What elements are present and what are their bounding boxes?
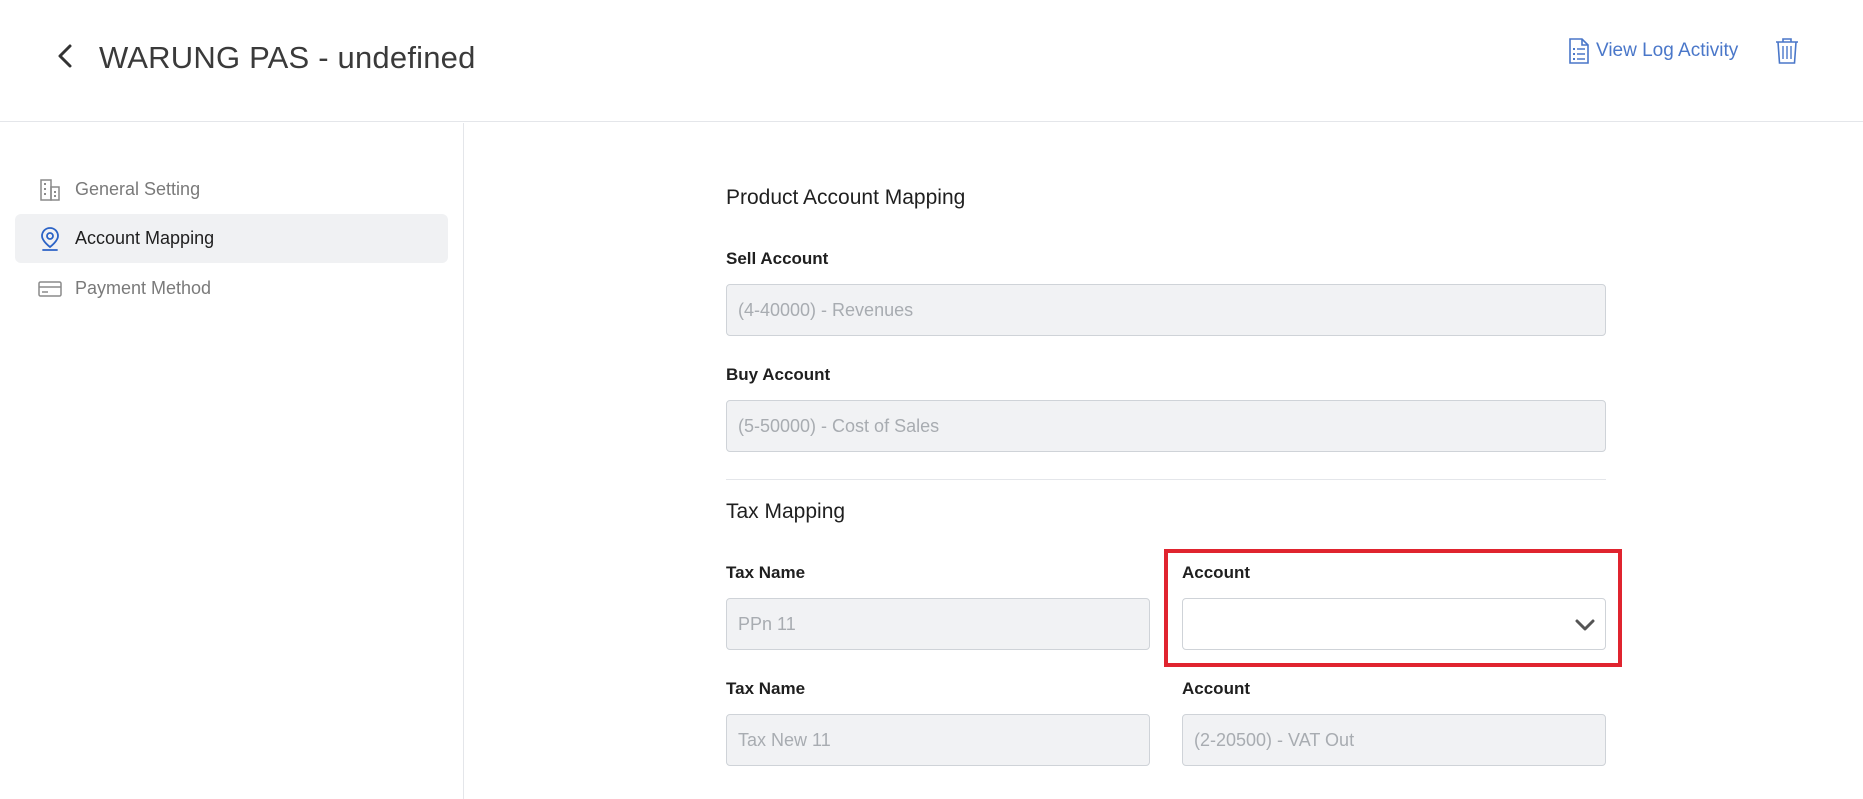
account-field[interactable]: (2-20500) - VAT Out bbox=[1182, 714, 1606, 766]
sidebar-item-label: Account Mapping bbox=[75, 228, 215, 248]
page-header: WARUNG PAS - undefined View Log Activity bbox=[0, 0, 1863, 122]
document-list-icon bbox=[1569, 38, 1589, 64]
map-pin-icon bbox=[37, 226, 63, 252]
sidebar-item-label: Payment Method bbox=[75, 278, 212, 298]
view-log-activity-link[interactable]: View Log Activity bbox=[1568, 36, 1738, 66]
back-button[interactable] bbox=[50, 40, 82, 72]
credit-card-icon bbox=[37, 276, 63, 302]
account-label: Account bbox=[1182, 563, 1250, 582]
settings-sidebar: General Setting Account Mapping Payment … bbox=[0, 123, 464, 799]
view-log-activity-label: View Log Activity bbox=[1596, 40, 1739, 61]
building-icon bbox=[37, 177, 63, 203]
buy-account-label: Buy Account bbox=[726, 365, 831, 384]
sell-account-field[interactable]: (4-40000) - Revenues bbox=[726, 284, 1606, 336]
sidebar-item-account-mapping[interactable]: Account Mapping bbox=[15, 214, 448, 263]
buy-account-field[interactable]: (5-50000) - Cost of Sales bbox=[726, 400, 1606, 452]
tax-name-field[interactable]: PPn 11 bbox=[726, 598, 1150, 650]
product-mapping-title: Product Account Mapping bbox=[726, 186, 966, 209]
tax-name-field[interactable]: Tax New 11 bbox=[726, 714, 1150, 766]
page-title: WARUNG PAS - undefined bbox=[99, 40, 476, 75]
chevron-down-icon bbox=[1573, 613, 1597, 637]
sidebar-item-label: General Setting bbox=[75, 179, 201, 199]
tax-name-label: Tax Name bbox=[726, 563, 806, 582]
tax-mapping-title: Tax Mapping bbox=[726, 500, 846, 523]
account-label: Account bbox=[1182, 679, 1250, 698]
sidebar-item-payment-method[interactable]: Payment Method bbox=[15, 264, 448, 313]
chevron-left-icon bbox=[58, 44, 72, 68]
trash-icon bbox=[1776, 38, 1798, 64]
section-divider bbox=[726, 479, 1606, 480]
tax-name-label: Tax Name bbox=[726, 679, 806, 698]
sell-account-label: Sell Account bbox=[726, 249, 829, 268]
delete-button[interactable] bbox=[1772, 36, 1802, 66]
account-select[interactable] bbox=[1182, 598, 1606, 650]
sidebar-item-general-setting[interactable]: General Setting bbox=[15, 165, 448, 214]
